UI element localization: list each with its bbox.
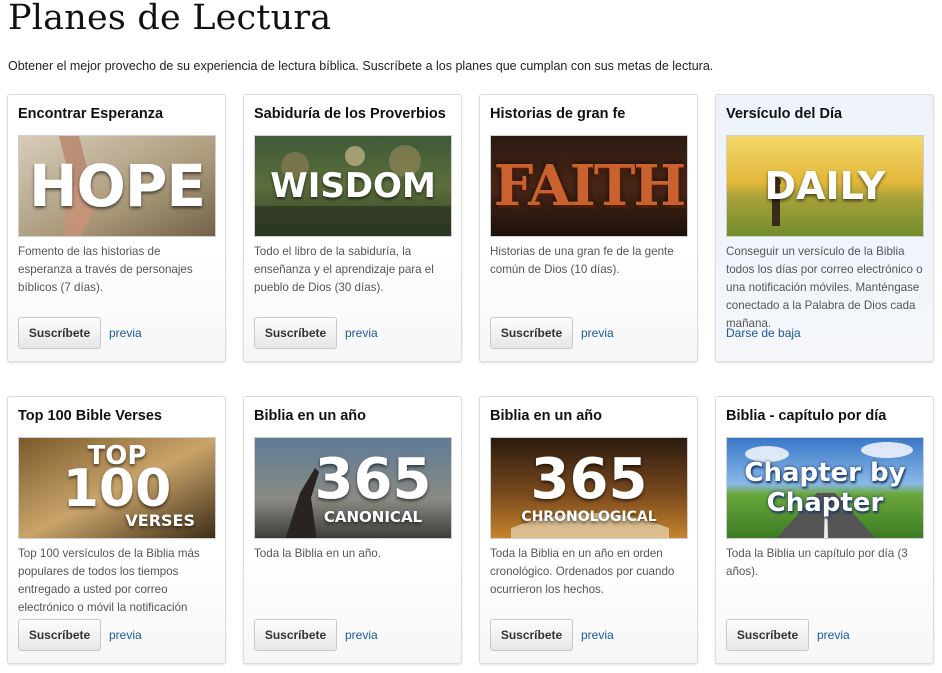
preview-link[interactable]: previa bbox=[581, 628, 614, 642]
plan-card-top100: Top 100 Bible Verses TOP 100 VERSES Top … bbox=[7, 396, 226, 664]
subscribe-button[interactable]: Suscríbete bbox=[254, 619, 337, 651]
subscribe-button[interactable]: Suscríbete bbox=[254, 317, 337, 349]
plan-card-chapter: Biblia - capítulo por día Chapter by Cha… bbox=[715, 396, 934, 664]
plan-card-hope: Encontrar Esperanza HOPE Fomento de las … bbox=[7, 94, 226, 362]
plan-title: Historias de gran fe bbox=[490, 106, 626, 122]
subscribe-button[interactable]: Suscríbete bbox=[490, 317, 573, 349]
plan-image-top100[interactable]: TOP 100 VERSES bbox=[18, 437, 216, 539]
plan-image-text-bottom: Chapter bbox=[766, 488, 884, 518]
plan-image-text: WISDOM bbox=[270, 166, 436, 206]
plan-image-text-main: 365 bbox=[314, 446, 432, 512]
plan-title: Biblia en un año bbox=[254, 408, 366, 424]
subscribe-button[interactable]: Suscríbete bbox=[18, 619, 101, 651]
plan-image-chronological[interactable]: 365 CHRONOLOGICAL bbox=[490, 437, 688, 539]
plan-title: Biblia - capítulo por día bbox=[726, 408, 887, 424]
plan-description: Todo el libro de la sabiduría, la enseña… bbox=[254, 245, 434, 294]
plan-card-canonical: Biblia en un año 365 CANONICAL Toda la B… bbox=[243, 396, 462, 664]
subscribe-button[interactable]: Suscríbete bbox=[490, 619, 573, 651]
plan-card-chronological: Biblia en un año 365 CHRONOLOGICAL Toda … bbox=[479, 396, 698, 664]
plan-image-text: DAILY bbox=[764, 164, 886, 208]
plan-title: Versículo del Día bbox=[726, 106, 843, 122]
plan-image-text-bottom: CHRONOLOGICAL bbox=[521, 509, 657, 525]
plan-description: Conseguir un versículo de la Biblia todo… bbox=[726, 245, 923, 330]
plan-description: Toda la Biblia en un año. bbox=[254, 547, 381, 560]
plan-title: Biblia en un año bbox=[490, 408, 602, 424]
plan-image-text-top: Chapter by bbox=[744, 458, 906, 488]
plan-image-text: HOPE bbox=[29, 152, 206, 220]
plan-title: Sabiduría de los Proverbios bbox=[254, 106, 446, 122]
plan-title: Encontrar Esperanza bbox=[18, 106, 164, 122]
plan-title: Top 100 Bible Verses bbox=[18, 408, 162, 424]
plan-image-hope[interactable]: HOPE bbox=[18, 135, 216, 237]
plan-image-text-main: 365 bbox=[530, 447, 648, 512]
plan-image-canonical[interactable]: 365 CANONICAL bbox=[254, 437, 452, 539]
plan-card-daily: Versículo del Día DAILY Conseguir un ver… bbox=[715, 94, 934, 362]
plan-image-text-bottom: CANONICAL bbox=[323, 507, 423, 526]
plan-description: Top 100 versículos de la Biblia más popu… bbox=[18, 547, 200, 614]
plan-image-text-main: 100 bbox=[62, 459, 172, 519]
plan-image-text: FAITH bbox=[493, 153, 687, 219]
preview-link[interactable]: previa bbox=[817, 628, 850, 642]
plan-description: Fomento de las historias de esperanza a … bbox=[18, 245, 193, 294]
preview-link[interactable]: previa bbox=[581, 326, 614, 340]
plan-description: Historias de una gran fe de la gente com… bbox=[490, 245, 674, 276]
plan-description: Toda la Biblia un capítulo por día (3 añ… bbox=[726, 547, 908, 578]
plan-image-text-bottom: VERSES bbox=[125, 511, 195, 530]
subscribe-button[interactable]: Suscríbete bbox=[726, 619, 809, 651]
preview-link[interactable]: previa bbox=[109, 628, 142, 642]
preview-link[interactable]: previa bbox=[345, 628, 378, 642]
plan-description: Toda la Biblia en un año en orden cronol… bbox=[490, 547, 675, 596]
plans-grid: Encontrar Esperanza HOPE Fomento de las … bbox=[0, 0, 942, 673]
unsubscribe-link[interactable]: Darse de baja bbox=[726, 326, 801, 340]
plan-card-faith: Historias de gran fe FAITH Historias de … bbox=[479, 94, 698, 362]
plan-image-daily[interactable]: DAILY bbox=[726, 135, 924, 237]
preview-link[interactable]: previa bbox=[109, 326, 142, 340]
plan-image-wisdom[interactable]: WISDOM bbox=[254, 135, 452, 237]
subscribe-button[interactable]: Suscríbete bbox=[18, 317, 101, 349]
plan-card-wisdom: Sabiduría de los Proverbios WISDOM Todo … bbox=[243, 94, 462, 362]
plan-image-chapter[interactable]: Chapter by Chapter bbox=[726, 437, 924, 539]
preview-link[interactable]: previa bbox=[345, 326, 378, 340]
plan-image-faith[interactable]: FAITH bbox=[490, 135, 688, 237]
